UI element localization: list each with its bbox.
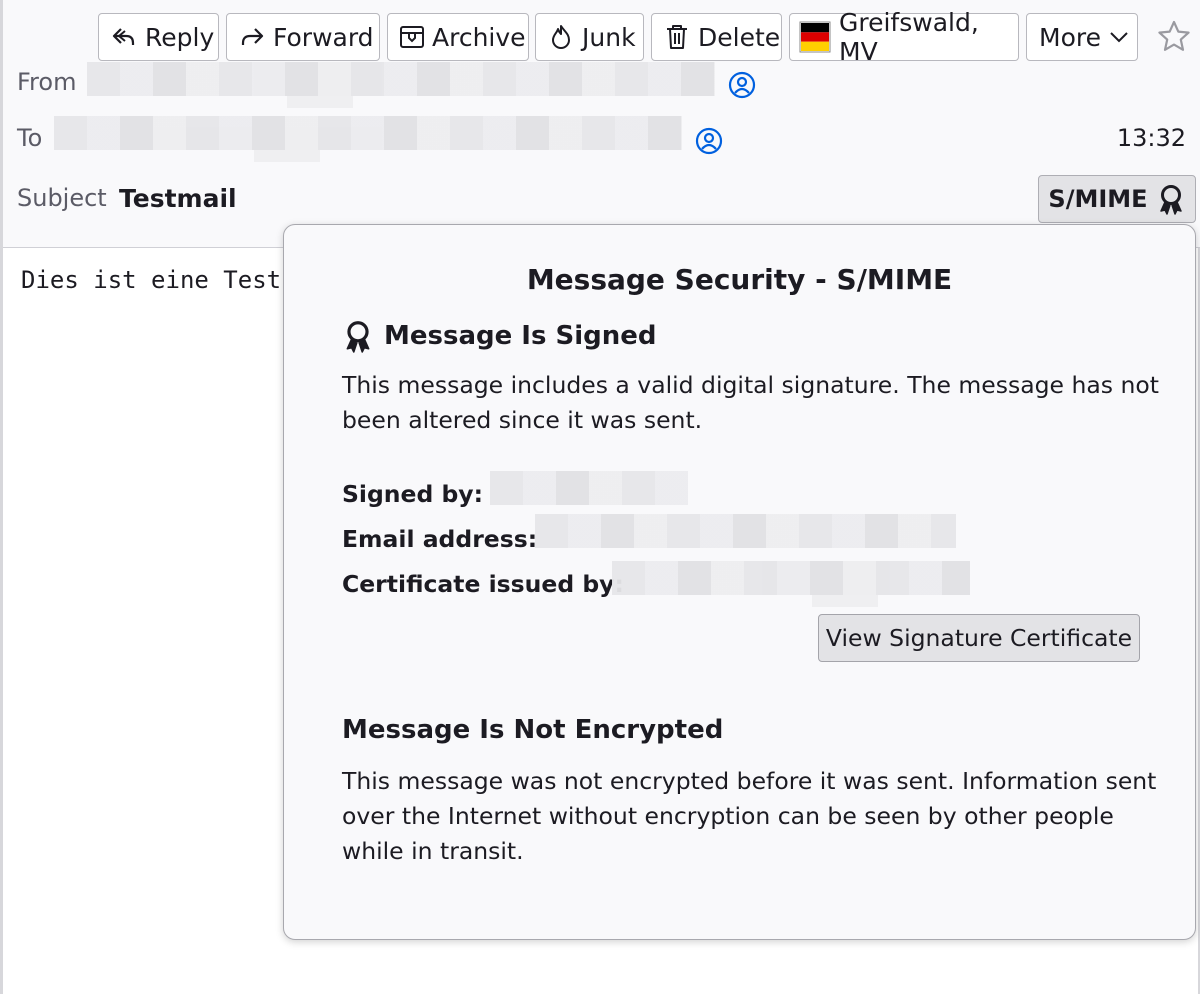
from-address-redacted: [87, 62, 715, 108]
popup-title: Message Security - S/MIME: [526, 263, 953, 296]
location-label: Greifswald, MV: [839, 8, 979, 66]
forward-icon: [241, 28, 264, 45]
message-header: Reply Forward Archive Junk Delete Greifs…: [3, 0, 1200, 248]
reply-button[interactable]: Reply: [98, 13, 219, 61]
delete-label: Delete: [698, 22, 781, 52]
encryption-description: This message was not encrypted before it…: [342, 767, 1157, 865]
signed-by-redacted: [490, 471, 688, 505]
certificate-seal-icon: [346, 321, 370, 353]
subject-label: Subject: [17, 184, 107, 212]
chevron-down-icon: [1110, 32, 1128, 43]
delete-button[interactable]: Delete: [651, 13, 782, 61]
forward-label: Forward: [273, 22, 374, 52]
email-address-redacted: [535, 514, 956, 548]
forward-button[interactable]: Forward: [226, 13, 380, 61]
encryption-heading: Message Is Not Encrypted: [342, 715, 724, 745]
message-security-popup: Message Security - S/MIME Message Is Sig…: [283, 224, 1196, 940]
archive-icon: [400, 26, 424, 48]
to-label: To: [17, 124, 43, 152]
delete-icon: [667, 25, 687, 49]
location-button[interactable]: Greifswald, MV: [789, 8, 1019, 66]
signed-description: This message includes a valid digital si…: [342, 371, 1159, 434]
certificate-seal-icon: [1159, 185, 1182, 215]
archive-button[interactable]: Archive: [387, 13, 529, 61]
german-flag-icon: [799, 21, 831, 53]
contact-icon[interactable]: [694, 126, 724, 156]
email-address-label: Email address:: [342, 525, 538, 553]
certificate-issuer-label: Certificate issued by:: [342, 570, 624, 598]
more-label: More: [1039, 22, 1101, 52]
junk-button[interactable]: Junk: [535, 13, 644, 61]
junk-label: Junk: [582, 22, 636, 52]
message-pane: Reply Forward Archive Junk Delete Greifs…: [0, 0, 1200, 994]
subject-value: Testmail: [119, 184, 237, 213]
signed-heading-text: Message Is Signed: [384, 321, 657, 351]
signed-heading: Message Is Signed: [342, 319, 657, 353]
smime-label: S/MIME: [1048, 185, 1148, 213]
to-address-redacted: [54, 116, 682, 162]
view-signature-certificate-button[interactable]: View Signature Certificate: [818, 614, 1140, 662]
archive-label: Archive: [432, 22, 526, 52]
junk-icon: [552, 25, 570, 49]
message-time: 13:32: [1116, 124, 1186, 152]
smime-button[interactable]: S/MIME: [1038, 175, 1196, 223]
signed-by-label: Signed by:: [342, 480, 484, 508]
reply-icon: [112, 28, 135, 45]
contact-icon[interactable]: [727, 70, 757, 100]
star-icon[interactable]: [1156, 19, 1192, 55]
certificate-issuer-redacted: [612, 561, 970, 607]
reply-label: Reply: [145, 22, 215, 52]
more-button[interactable]: More: [1026, 13, 1138, 61]
message-body: Dies ist eine Test: [21, 266, 282, 294]
from-label: From: [17, 68, 77, 96]
